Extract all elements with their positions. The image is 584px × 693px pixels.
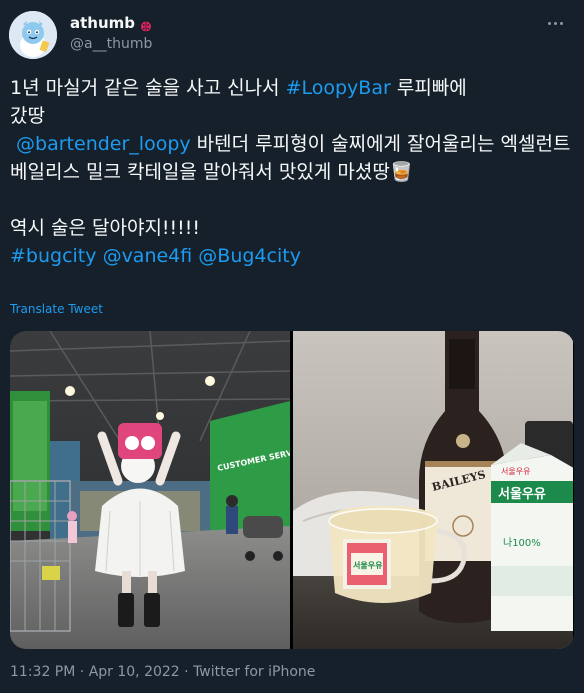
glass-label-text: 서울우유 xyxy=(353,560,383,570)
store-photo-illustration: CUSTOMER SERVICE xyxy=(10,331,290,649)
tumbler-glass-emoji: 🥃 xyxy=(389,161,414,183)
separator-dot: · xyxy=(75,664,89,680)
tweet-text: 1년 마실거 같은 술을 사고 신나서 #LoopyBar 루피빠에 갔땅 @b… xyxy=(10,74,572,270)
tweet-source[interactable]: Twitter for iPhone xyxy=(193,664,315,680)
milk-carton-brand-small: 서울우유 xyxy=(501,467,530,476)
mention-bug-link[interactable]: @Bug4city xyxy=(198,245,301,267)
tweet-time[interactable]: 11:32 PM xyxy=(10,664,75,680)
tweet-date[interactable]: Apr 10, 2022 xyxy=(89,664,180,680)
ladybug-icon xyxy=(140,17,152,32)
author-handle[interactable]: @a__thumb xyxy=(70,36,152,52)
tweet-text-part: 역시 술은 달아야지!!!!! xyxy=(10,217,201,239)
translate-tweet-link[interactable]: Translate Tweet xyxy=(10,302,103,316)
mention-vane-link[interactable]: @vane4fi xyxy=(103,245,193,267)
milk-carton-brand: 서울우유 xyxy=(498,486,546,502)
tweet-timestamp: 11:32 PM · Apr 10, 2022 · Twitter for iP… xyxy=(10,664,315,680)
more-options-icon[interactable] xyxy=(540,12,570,34)
author-display-name[interactable]: athumb xyxy=(70,14,135,32)
avatar[interactable] xyxy=(9,11,57,59)
milk-carton-100: 나100% xyxy=(503,537,541,549)
photo-store[interactable]: CUSTOMER SERVICE xyxy=(10,331,290,649)
mention-bartender-link[interactable]: @bartender_loopy xyxy=(16,133,191,155)
hashtag-loopybar-link[interactable]: #LoopyBar xyxy=(286,77,391,99)
cocktail-photo-illustration: BAILEYS 서울우유 서울우유 나100% 서울우유 xyxy=(293,331,573,649)
avatar-illustration xyxy=(9,11,57,59)
tweet-text-part: 1년 마실거 같은 술을 사고 신나서 xyxy=(10,77,286,99)
tweet-media-grid: CUSTOMER SERVICE BAILEYS 서울우유 서울우유 나100%… xyxy=(10,331,574,649)
separator-dot: · xyxy=(179,664,194,680)
photo-cocktail[interactable]: BAILEYS 서울우유 서울우유 나100% 서울우유 xyxy=(293,331,573,649)
hashtag-bugcity-link[interactable]: #bugcity xyxy=(10,245,97,267)
